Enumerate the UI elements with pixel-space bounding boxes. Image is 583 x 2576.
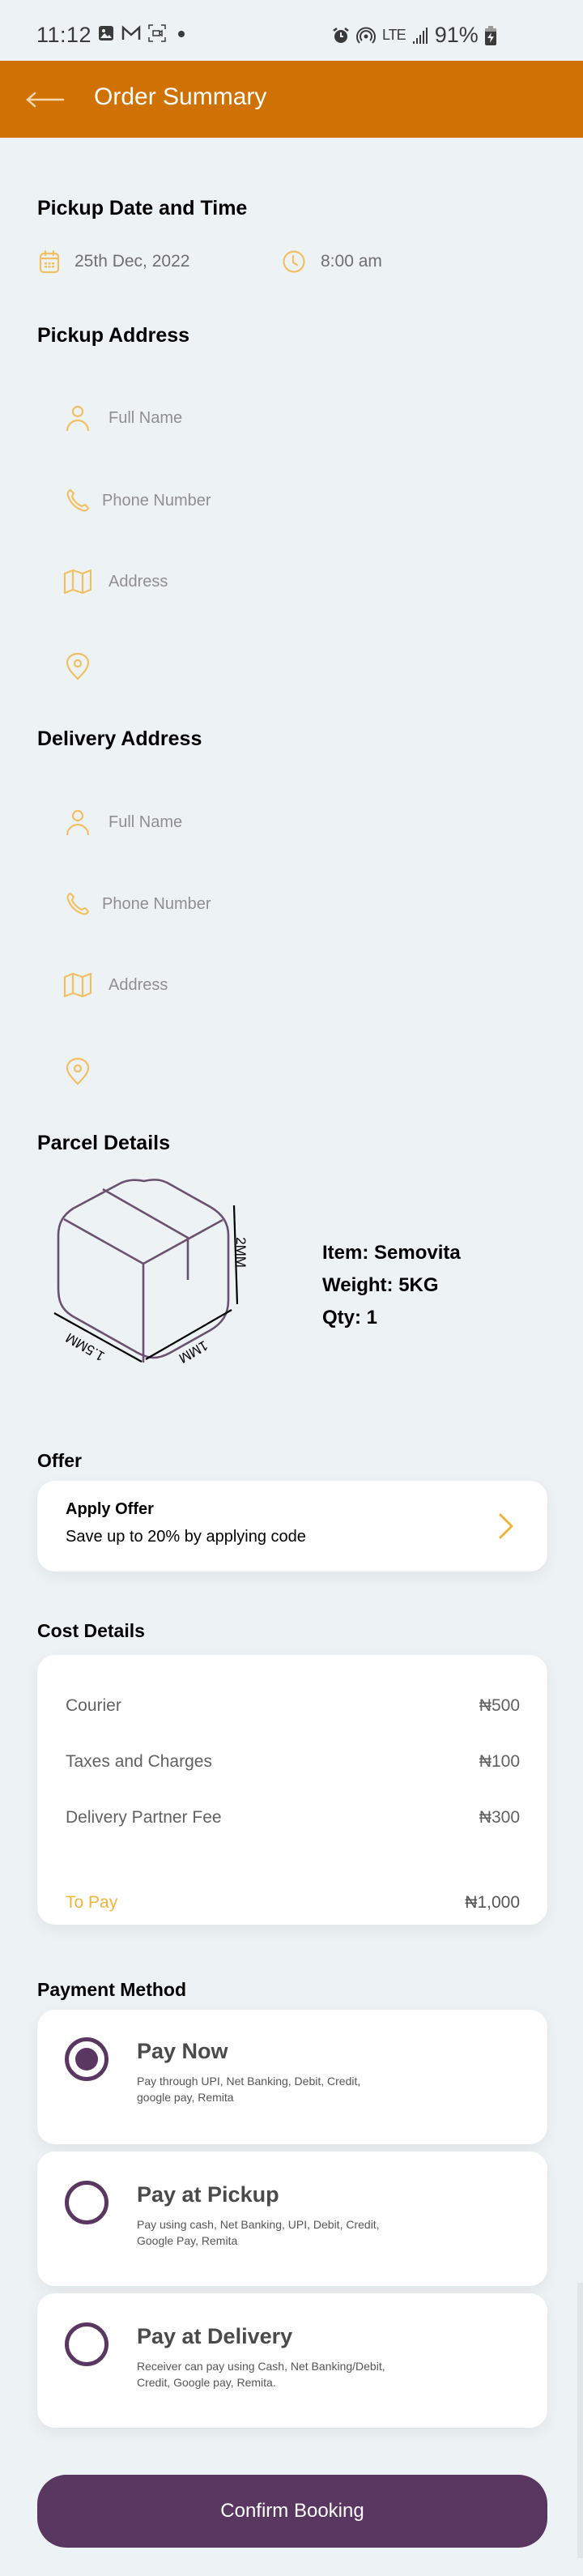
cost-label: Taxes and Charges	[66, 1752, 212, 1771]
notification-icons	[98, 24, 189, 42]
status-time: 11:12	[36, 23, 92, 47]
delivery-address-field[interactable]	[63, 970, 530, 1000]
payment-method-title: Payment Method	[37, 1979, 187, 2000]
width-dimension-label: 1MM	[177, 1337, 211, 1366]
apply-offer-title: Apply Offer	[66, 1500, 154, 1518]
radio-button[interactable]	[65, 2181, 109, 2224]
cost-value: ₦100	[479, 1752, 520, 1771]
length-dimension-label: 1.5MM	[63, 1330, 108, 1364]
clock-icon	[283, 250, 305, 273]
pickup-phone-input[interactable]	[102, 491, 523, 510]
cost-label: Delivery Partner Fee	[66, 1808, 222, 1827]
pickup-fullname-field[interactable]	[63, 403, 530, 433]
pickup-phone-field[interactable]	[63, 486, 523, 515]
box-tape-line	[102, 1188, 189, 1280]
pickup-datetime-title: Pickup Date and Time	[37, 197, 248, 220]
cost-details-title: Cost Details	[37, 1620, 145, 1641]
parcel-qty: Qty: 1	[322, 1307, 378, 1329]
offer-title: Offer	[37, 1450, 82, 1471]
lte-icon: LTE	[382, 27, 406, 43]
cost-row-taxes: Taxes and Charges ₦100	[66, 1752, 520, 1772]
payment-option-pay-now[interactable]: Pay Now Pay through UPI, Net Banking, De…	[37, 2010, 547, 2144]
screen-record-icon	[148, 24, 166, 42]
status-bar: 11:12 LTE 91%	[0, 0, 583, 61]
battery-charging-icon	[484, 25, 496, 45]
location-pin-icon	[63, 652, 92, 681]
payment-option-description: Pay using cash, Net Banking, UPI, Debit,…	[137, 2218, 380, 2247]
parcel-box-illustration: 2MM 1MM 1.5MM	[53, 1179, 249, 1366]
pickup-address-title: Pickup Address	[37, 324, 190, 347]
radio-button[interactable]	[65, 2322, 109, 2366]
cost-value: ₦500	[479, 1696, 520, 1715]
radio-button-selected[interactable]	[65, 2037, 109, 2081]
battery-percent: 91%	[434, 23, 479, 47]
user-icon	[63, 403, 92, 433]
back-button[interactable]	[24, 83, 70, 116]
parcel-item: Item: Semovita	[322, 1242, 461, 1264]
payment-option-description: Receiver can pay using Cash, Net Banking…	[137, 2360, 385, 2389]
total-label: To Pay	[66, 1893, 118, 1912]
delivery-address-input[interactable]	[109, 975, 530, 995]
signal-icon	[412, 27, 428, 44]
total-value: ₦1,000	[465, 1893, 520, 1912]
calendar-icon	[39, 249, 60, 274]
pickup-location-field[interactable]	[63, 652, 530, 681]
payment-option-pay-at-pickup[interactable]: Pay at Pickup Pay using cash, Net Bankin…	[37, 2152, 547, 2286]
box-top-right-edge	[143, 1218, 223, 1265]
delivery-location-field[interactable]	[63, 1057, 530, 1086]
user-icon	[63, 808, 92, 837]
confirm-booking-button[interactable]: Confirm Booking	[37, 2475, 547, 2548]
cost-row-total: To Pay ₦1,000	[66, 1893, 520, 1913]
payment-option-pay-at-delivery[interactable]: Pay at Delivery Receiver can pay using C…	[37, 2293, 547, 2428]
apply-offer-card[interactable]: Apply Offer Save up to 20% by applying c…	[37, 1481, 547, 1572]
phone-icon	[63, 486, 92, 515]
apply-offer-subtitle: Save up to 20% by applying code	[66, 1528, 306, 1546]
hotspot-icon	[356, 27, 376, 44]
alarm-icon	[333, 27, 349, 43]
box-top-left-edge	[63, 1218, 144, 1265]
delivery-fullname-input[interactable]	[109, 812, 530, 832]
height-dimension-label: 2MM	[233, 1237, 249, 1268]
payment-option-description: Pay through UPI, Net Banking, Debit, Cre…	[137, 2075, 361, 2104]
cost-row-delivery-fee: Delivery Partner Fee ₦300	[66, 1808, 520, 1828]
payment-option-title: Pay Now	[137, 2039, 228, 2063]
cost-details-card: Courier ₦500 Taxes and Charges ₦100 Deli…	[37, 1655, 547, 1925]
payment-option-title: Pay at Delivery	[137, 2324, 293, 2348]
cost-value: ₦300	[479, 1808, 520, 1827]
parcel-weight: Weight: 5KG	[322, 1274, 439, 1296]
delivery-location-input[interactable]	[109, 1062, 530, 1081]
delivery-fullname-field[interactable]	[63, 808, 530, 837]
cost-row-courier: Courier ₦500	[66, 1696, 520, 1716]
dot-icon	[178, 31, 185, 37]
gmail-icon	[121, 25, 141, 40]
pickup-address-field[interactable]	[63, 567, 530, 596]
delivery-address-title: Delivery Address	[37, 727, 202, 750]
page-title: Order Summary	[94, 83, 267, 110]
pickup-location-input[interactable]	[109, 657, 530, 676]
pickup-time-value: 8:00 am	[321, 252, 382, 271]
pickup-fullname-input[interactable]	[109, 408, 530, 428]
payment-option-title: Pay at Pickup	[137, 2182, 279, 2207]
delivery-phone-input[interactable]	[102, 894, 523, 914]
system-icons: LTE 91%	[332, 23, 496, 48]
scrollbar[interactable]	[577, 2283, 583, 2558]
map-icon	[63, 970, 92, 1000]
phone-icon	[63, 889, 92, 919]
cost-label: Courier	[66, 1696, 121, 1715]
app-bar: Order Summary	[0, 61, 583, 138]
delivery-phone-field[interactable]	[63, 889, 523, 919]
parcel-info: Item: Semovita Weight: 5KG Qty: 1	[322, 1237, 461, 1334]
pickup-date-value: 25th Dec, 2022	[74, 252, 190, 271]
arrow-left-icon	[26, 92, 65, 108]
location-pin-icon	[63, 1057, 92, 1086]
pickup-date[interactable]: 25th Dec, 2022	[39, 249, 189, 274]
pickup-address-input[interactable]	[109, 572, 530, 591]
chevron-right-icon	[499, 1513, 513, 1539]
parcel-details-title: Parcel Details	[37, 1132, 170, 1154]
pickup-time[interactable]: 8:00 am	[282, 249, 382, 274]
map-icon	[63, 567, 92, 596]
image-icon	[99, 26, 113, 41]
